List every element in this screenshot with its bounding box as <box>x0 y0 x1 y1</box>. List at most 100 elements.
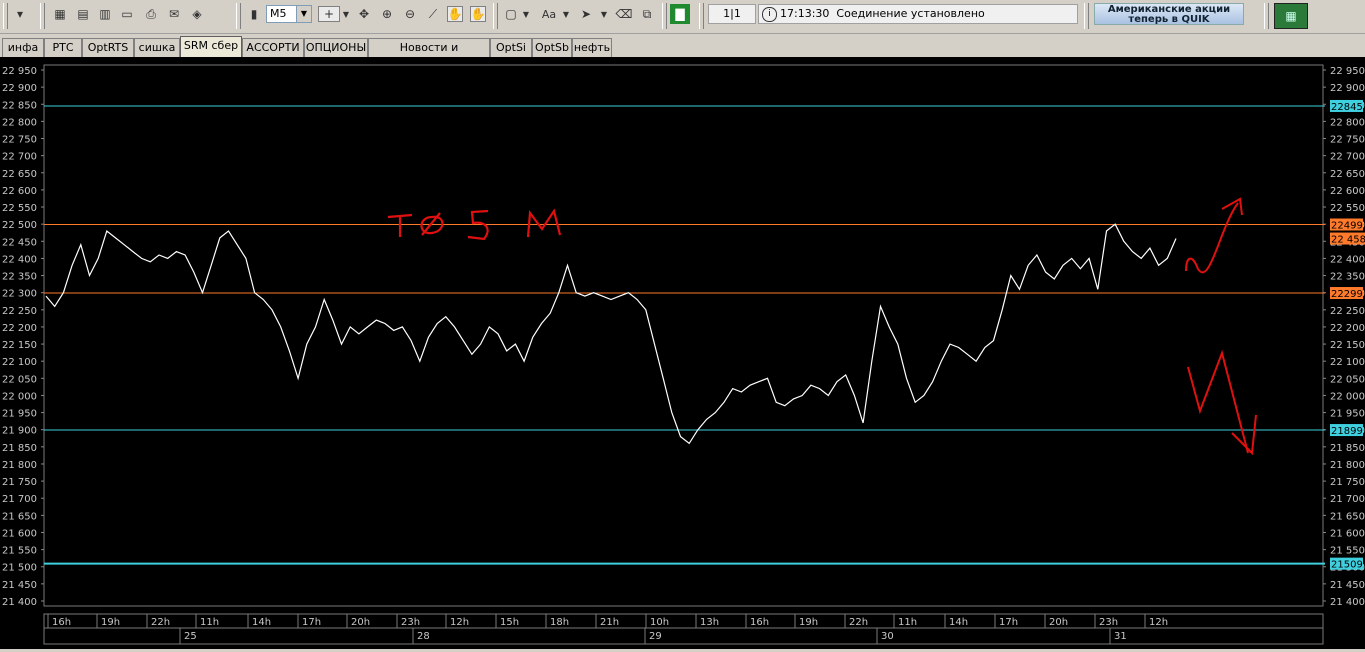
toolbar-grip[interactable] <box>493 3 498 29</box>
zoom-in-icon[interactable]: ⊕ <box>379 6 395 22</box>
rectangle-icon[interactable]: ▢ <box>503 6 519 22</box>
x-tick-label: 14h <box>949 617 968 628</box>
y-tick-label-left: 22 550 <box>2 203 37 214</box>
tab-bar: инфа РТС OptRTS сишка SRM сбер АССОРТИ ОПЦИОНЫ… <box>0 36 1365 72</box>
x-tick-label: 14h <box>252 617 271 628</box>
x-day-label: 25 <box>184 631 197 642</box>
y-tick-label-right: 22 550 <box>1330 203 1365 214</box>
toolbar-grip[interactable] <box>40 3 45 29</box>
hand-icon[interactable]: ✋ <box>447 6 463 22</box>
print-icon[interactable]: ⎙ <box>143 6 159 22</box>
x-day-label: 28 <box>417 631 430 642</box>
level-label: 22845 <box>1331 102 1363 113</box>
y-tick-label-right: 22 600 <box>1330 186 1365 197</box>
y-tick-label-right: 22 800 <box>1330 117 1365 128</box>
x-tick-label: 22h <box>151 617 170 628</box>
toolbar-grip[interactable] <box>1264 3 1269 29</box>
font-icon[interactable]: Aa <box>539 6 559 22</box>
y-tick-label-right: 22 950 <box>1330 66 1365 77</box>
y-tick-label-right: 22 100 <box>1330 357 1365 368</box>
ruler-icon[interactable]: ⟋ <box>425 6 441 22</box>
x-tick-label: 18h <box>550 617 569 628</box>
y-tick-label-right: 22 050 <box>1330 374 1365 385</box>
tab-6[interactable]: ОПЦИОНЫ <box>304 38 368 57</box>
crosshair-icon[interactable]: + <box>318 6 340 22</box>
timeframe-select[interactable]: M5 ▼ <box>266 5 312 23</box>
toolbar-grip[interactable] <box>1084 3 1089 29</box>
chevron-down-icon[interactable]: ▼ <box>296 6 311 22</box>
y-tick-label-left: 22 450 <box>2 237 37 248</box>
y-tick-label-left: 22 750 <box>2 135 37 146</box>
hand-scroll-icon[interactable]: ✋ <box>470 6 486 22</box>
y-tick-label-right: 22 150 <box>1330 340 1365 351</box>
x-tick-label: 20h <box>351 617 370 628</box>
portfolio-icon[interactable]: ◈ <box>189 6 205 22</box>
chevron-down-icon[interactable]: ▼ <box>520 6 532 22</box>
x-tick-label: 21h <box>600 617 619 628</box>
chevron-down-icon[interactable]: ▼ <box>340 6 352 22</box>
y-tick-label-right: 21 700 <box>1330 494 1365 505</box>
y-tick-label-right: 22 000 <box>1330 391 1365 402</box>
y-tick-label-left: 21 600 <box>2 528 37 539</box>
toolbar-grip[interactable] <box>699 3 704 29</box>
delete-table-icon[interactable]: ▥ <box>97 6 113 22</box>
layers-icon[interactable]: ⧉ <box>639 6 655 22</box>
y-tick-label-right: 22 400 <box>1330 254 1365 265</box>
tab-5[interactable]: АССОРТИ <box>242 38 304 57</box>
chart-bars-icon[interactable]: ▮ <box>246 6 262 22</box>
y-tick-label-left: 21 900 <box>2 426 37 437</box>
arrow-tool-icon[interactable]: ➤ <box>578 6 594 22</box>
y-tick-label-right: 22 650 <box>1330 169 1365 180</box>
tab-1[interactable]: РТС <box>44 38 82 57</box>
tab-4[interactable]: SRM сбер <box>180 36 242 57</box>
toolbar-grip[interactable] <box>3 3 8 29</box>
y-tick-label-left: 22 950 <box>2 66 37 77</box>
y-tick-label-right: 21 650 <box>1330 511 1365 522</box>
tab-8[interactable]: OptSi <box>490 38 532 57</box>
level-label: 21509 <box>1331 560 1363 571</box>
y-tick-label-right: 21 750 <box>1330 477 1365 488</box>
toolbar-grip[interactable] <box>662 3 667 29</box>
tab-7[interactable]: Новости и сообщения <box>368 38 490 72</box>
connection-status-panel[interactable]: i 17:13:30 Соединение установлено <box>758 4 1078 24</box>
mail-icon[interactable]: ✉ <box>166 6 182 22</box>
y-tick-label-left: 21 500 <box>2 563 37 574</box>
y-tick-label-right: 21 850 <box>1330 443 1365 454</box>
y-tick-label-left: 22 800 <box>2 117 37 128</box>
y-tick-label-left: 22 400 <box>2 254 37 265</box>
x-day-label: 29 <box>649 631 662 642</box>
plot-area[interactable] <box>43 64 1324 607</box>
y-tick-label-left: 22 500 <box>2 220 37 231</box>
y-tick-label-right: 22 750 <box>1330 135 1365 146</box>
trading-chart-icon[interactable]: ▇ <box>670 4 690 24</box>
x-tick-label: 12h <box>1149 617 1168 628</box>
tab-10[interactable]: нефть <box>572 38 612 57</box>
terminal-icon[interactable]: ▦ <box>1274 3 1308 29</box>
y-tick-label-right: 21 600 <box>1330 528 1365 539</box>
ad-banner[interactable]: Американские акции теперь в QUIK <box>1094 3 1244 25</box>
tab-0[interactable]: инфа <box>2 38 44 57</box>
zoom-out-icon[interactable]: ⊖ <box>402 6 418 22</box>
tab-2[interactable]: OptRTS <box>82 38 134 57</box>
chart-canvas[interactable]: 22 95022 95022 90022 90022 85022 85022 8… <box>0 57 1365 649</box>
price-chart[interactable]: 22 95022 95022 90022 90022 85022 85022 8… <box>0 57 1365 649</box>
chevron-down-icon[interactable]: ▼ <box>560 6 572 22</box>
eraser-icon[interactable]: ⌫ <box>616 6 633 22</box>
x-tick-label: 11h <box>200 617 219 628</box>
tab-9[interactable]: OptSb <box>532 38 572 57</box>
menu-dropdown-icon[interactable]: ▾ <box>12 6 28 22</box>
y-tick-label-right: 21 950 <box>1330 409 1365 420</box>
chevron-down-icon[interactable]: ▼ <box>598 6 610 22</box>
edit-table-icon[interactable]: ▤ <box>75 6 91 22</box>
y-tick-label-left: 22 100 <box>2 357 37 368</box>
move-icon[interactable]: ✥ <box>356 6 372 22</box>
folder-icon[interactable]: ▭ <box>119 6 135 22</box>
x-tick-label: 16h <box>750 617 769 628</box>
new-table-icon[interactable]: ▦ <box>52 6 68 22</box>
x-tick-label: 11h <box>898 617 917 628</box>
tab-3[interactable]: сишка <box>134 38 180 57</box>
y-tick-label-right: 21 400 <box>1330 597 1365 608</box>
y-tick-label-right: 21 450 <box>1330 580 1365 591</box>
toolbar-grip[interactable] <box>236 3 241 29</box>
x-tick-label: 23h <box>401 617 420 628</box>
